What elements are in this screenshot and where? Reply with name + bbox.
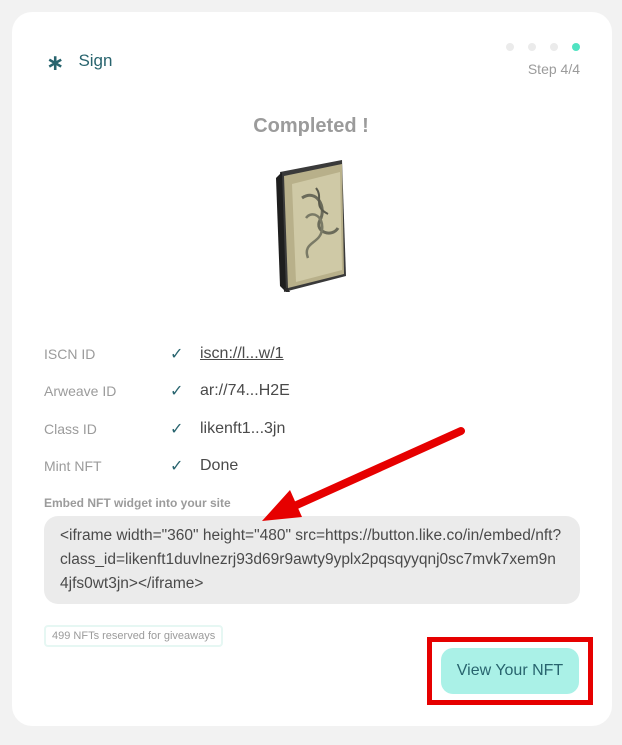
annotation-arrow bbox=[262, 427, 465, 521]
